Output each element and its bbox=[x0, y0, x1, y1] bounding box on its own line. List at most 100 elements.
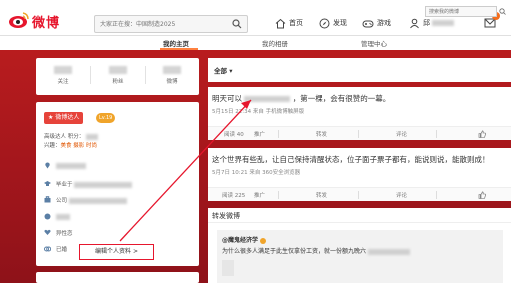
divider bbox=[208, 222, 511, 223]
post-card: 明天可以 ，第一棵，会有很赞的一幕。 5月15日 22:34 来自 手机微博触屏… bbox=[208, 87, 511, 140]
gamepad-icon bbox=[362, 20, 374, 27]
post-text-blurred bbox=[244, 96, 291, 102]
weibo-eye-icon bbox=[9, 12, 29, 28]
home-icon bbox=[275, 18, 286, 28]
post-repost-button[interactable]: 转发 bbox=[316, 191, 327, 199]
nav-username: 邱 bbox=[423, 19, 430, 27]
thumbs-up-icon[interactable] bbox=[478, 191, 486, 199]
location-icon bbox=[45, 162, 50, 169]
left-panel-next bbox=[36, 272, 199, 283]
stat-number-blurred bbox=[163, 66, 181, 74]
profile-info-panel: ★ 微博达人 Lv.19 高级达人 积分： 兴趣：美食 摄影 时尚 毕业于 公司 bbox=[36, 102, 199, 266]
interests-prefix: 兴趣： bbox=[44, 143, 61, 149]
company-line: 公司 bbox=[56, 196, 127, 204]
post-repost-button[interactable]: 转发 bbox=[316, 130, 327, 138]
nav-home[interactable]: 首页 bbox=[275, 16, 303, 30]
post-text-end: ，第一棵，会有很赞的一幕。 bbox=[292, 94, 391, 103]
nav-home-label: 首页 bbox=[289, 19, 303, 27]
stat-following-label: 关注 bbox=[57, 79, 69, 85]
company-label: 公司 bbox=[56, 198, 68, 204]
post-promote-button[interactable]: 推广 bbox=[254, 191, 265, 199]
search-input[interactable] bbox=[98, 16, 226, 32]
post-text-start: 明天可以 bbox=[212, 94, 242, 103]
post-comment-button[interactable]: 评论 bbox=[396, 191, 407, 199]
divider bbox=[358, 191, 359, 199]
stat-followers-label: 粉丝 bbox=[112, 79, 124, 85]
post-meta[interactable]: 5月15日 22:34 来自 手机微博触屏版 bbox=[212, 107, 304, 115]
stat-posts[interactable]: 微博 bbox=[145, 66, 199, 85]
divider bbox=[436, 191, 437, 199]
tab-my-album[interactable]: 我的相册 bbox=[262, 38, 288, 48]
interests-values[interactable]: 美食 摄影 时尚 bbox=[61, 143, 98, 149]
location-blurred bbox=[56, 163, 86, 169]
school-blurred bbox=[74, 181, 133, 188]
reposted-author[interactable]: @魔鬼经济学 bbox=[222, 235, 267, 244]
reposted-author-name: @魔鬼经济学 bbox=[222, 237, 259, 244]
nav-discover[interactable]: 发现 bbox=[319, 16, 347, 30]
verified-badge-icon bbox=[260, 237, 267, 244]
company-blurred bbox=[68, 197, 127, 204]
post-text[interactable]: 这个世界有些乱，让自己保持清醒状态，位子面子票子都有，能说则说，能散则成！ bbox=[212, 155, 506, 165]
post-read-count: 阅读 225 bbox=[222, 193, 246, 199]
briefcase-icon bbox=[44, 196, 51, 203]
feed-filter-all[interactable]: 全部 ▾ bbox=[214, 65, 233, 75]
marital-status-text: 已婚 bbox=[56, 247, 68, 253]
divider bbox=[278, 191, 279, 199]
active-tab-indicator bbox=[160, 48, 198, 50]
orientation-text: 异性恋 bbox=[56, 231, 73, 237]
profile-tabs: 我的主页 我的相册 管理中心 bbox=[0, 36, 511, 50]
post-promote-button[interactable]: 推广 bbox=[254, 130, 265, 138]
weibo-talent-badge[interactable]: ★ 微博达人 bbox=[44, 112, 84, 124]
stat-following[interactable]: 关注 bbox=[36, 66, 90, 85]
interests-line: 兴趣：美食 摄影 时尚 bbox=[44, 141, 97, 149]
search-icon[interactable] bbox=[232, 19, 242, 29]
gender-blurred bbox=[56, 214, 70, 220]
score-blurred bbox=[86, 133, 98, 140]
star-icon: ★ bbox=[48, 114, 54, 121]
nav-game-label: 游戏 bbox=[377, 19, 391, 27]
talent-level-line: 高级达人 积分： bbox=[44, 132, 98, 140]
search-icon[interactable] bbox=[499, 8, 506, 15]
stat-followers[interactable]: 粉丝 bbox=[91, 66, 145, 85]
username-blurred bbox=[432, 20, 454, 26]
divider bbox=[358, 130, 359, 138]
gender-icon bbox=[44, 213, 51, 220]
tab-my-home[interactable]: 我的主页 bbox=[163, 38, 189, 48]
post-comment-button[interactable]: 评论 bbox=[396, 130, 407, 138]
app-window: 微博 首页 发现 bbox=[0, 0, 511, 283]
filter-all-label: 全部 bbox=[214, 67, 227, 75]
talent-level-text: 高级达人 积分： bbox=[44, 134, 85, 140]
nav-game[interactable]: 游戏 bbox=[362, 16, 391, 30]
post-card: 这个世界有些乱，让自己保持清醒状态，位子面子票子都有，能说则说，能散则成！ 5月… bbox=[208, 148, 511, 201]
post-meta[interactable]: 5月7日 10:21 来自 360安全浏览器 bbox=[212, 168, 300, 176]
post-read-count: 阅读 40 bbox=[224, 132, 244, 138]
feed-search-input[interactable] bbox=[425, 6, 497, 17]
repost-title: 转发微博 bbox=[212, 212, 240, 220]
divider bbox=[278, 130, 279, 138]
edit-profile-button[interactable]: 编辑个人资料 > bbox=[79, 244, 154, 260]
weibo-talent-label: 微博达人 bbox=[55, 114, 80, 121]
vip-level-badge[interactable]: Lv.19 bbox=[96, 113, 116, 123]
education-label: 毕业于 bbox=[56, 182, 73, 188]
nav-user[interactable]: 邱 bbox=[409, 16, 454, 30]
nav-discover-label: 发现 bbox=[333, 19, 347, 27]
divider bbox=[436, 130, 437, 138]
weibo-logo[interactable]: 微博 bbox=[8, 10, 64, 31]
thumbs-up-icon[interactable] bbox=[478, 130, 486, 138]
stat-number-blurred bbox=[109, 66, 127, 74]
chevron-down-icon: ▾ bbox=[229, 67, 233, 75]
post-actions: 阅读 40 推广 转发 评论 bbox=[208, 126, 511, 140]
reposted-body-text: 为什么很多人满足于此生仅拿份工资，就一份额九晚六 bbox=[222, 248, 367, 255]
reposted-body-blurred bbox=[367, 248, 410, 255]
reposted-body: 为什么很多人满足于此生仅拿份工资，就一份额九晚六 bbox=[222, 246, 410, 255]
logo-text: 微博 bbox=[32, 16, 61, 31]
tab-manage-center[interactable]: 管理中心 bbox=[361, 38, 387, 48]
profile-stats-panel: 关注 粉丝 微博 bbox=[36, 58, 199, 95]
global-search[interactable] bbox=[94, 15, 248, 33]
rings-icon bbox=[44, 246, 51, 252]
repost-card: 转发微博 @魔鬼经济学 为什么很多人满足于此生仅拿份工资，就一份额九晚六 bbox=[208, 208, 511, 283]
compass-icon bbox=[319, 18, 330, 28]
reposted-content[interactable]: @魔鬼经济学 为什么很多人满足于此生仅拿份工资，就一份额九晚六 bbox=[217, 230, 503, 283]
reposted-image-thumbnail[interactable] bbox=[222, 260, 234, 276]
post-text[interactable]: 明天可以 ，第一棵，会有很赞的一幕。 bbox=[212, 94, 506, 104]
